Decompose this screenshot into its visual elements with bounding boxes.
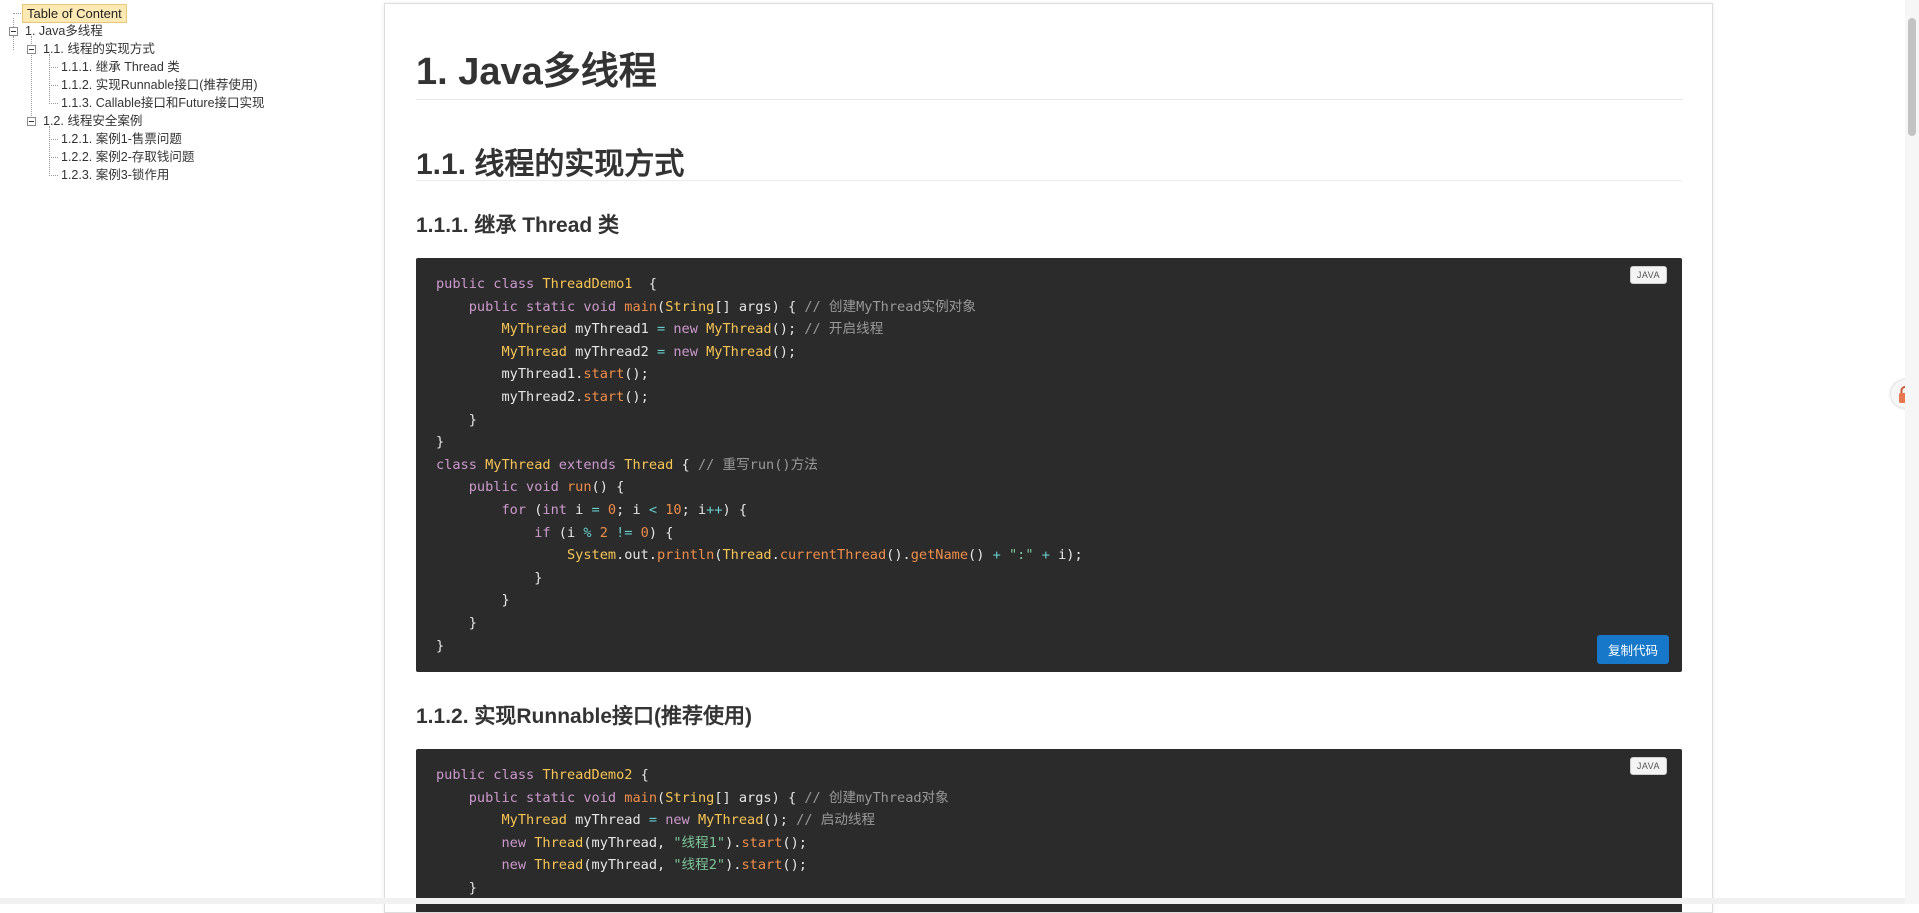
code-line: System.out.println(Thread.currentThread(…: [436, 544, 1083, 567]
code-line: }: [436, 612, 1083, 635]
copy-code-button[interactable]: 复制代码: [1597, 635, 1669, 664]
code-line: }: [436, 589, 1083, 612]
code-line: }: [436, 431, 1083, 454]
toc-tree-line: [13, 36, 14, 50]
toc-item[interactable]: 1.2.1. 案例1-售票问题: [61, 130, 182, 148]
code-block: JAVA public class ThreadDemo2 { public s…: [416, 749, 1682, 913]
toc-tree-line: [13, 13, 21, 14]
page-title: 1. Java多线程: [416, 40, 657, 95]
subsection-heading: 1.1.2. 实现Runnable接口(推荐使用): [416, 700, 752, 730]
subsection-heading: 1.1.1. 继承 Thread 类: [416, 209, 619, 239]
toc-tree-line: [49, 103, 58, 104]
code-line: myThread1.start();: [436, 363, 1083, 386]
code-language-badge: JAVA: [1630, 757, 1667, 775]
toc-tree-line: [49, 67, 58, 68]
toc-item[interactable]: 1.1.3. Callable接口和Future接口实现: [61, 94, 265, 112]
code-line: }: [436, 877, 949, 900]
code-line: for (int i = 0; i < 10; i++) {: [436, 499, 1083, 522]
code-line: new Thread(myThread, "线程1").start();: [436, 832, 949, 855]
code-line: if (i % 2 != 0) {: [436, 522, 1083, 545]
article-content: 1. Java多线程 1.1. 线程的实现方式 1.1.1. 继承 Thread…: [384, 3, 1713, 913]
heading-divider: [416, 99, 1682, 100]
code-line: public void run() {: [436, 476, 1083, 499]
collapse-toggle-icon[interactable]: [27, 45, 36, 54]
toc-item[interactable]: 1.2.3. 案例3-锁作用: [61, 166, 169, 184]
toc-item[interactable]: 1.1.2. 实现Runnable接口(推荐使用): [61, 76, 258, 94]
toc-tree-line: [49, 85, 58, 86]
code-line: }: [436, 567, 1083, 590]
collapse-toggle-icon[interactable]: [27, 117, 36, 126]
toc-item[interactable]: 1.1.1. 继承 Thread 类: [61, 58, 180, 76]
scrollbar-thumb[interactable]: [1908, 18, 1916, 136]
code-block: JAVA public class ThreadDemo1 { public s…: [416, 258, 1682, 672]
toc-item[interactable]: 1. Java多线程: [25, 22, 103, 40]
toc-title[interactable]: Table of Content: [22, 4, 127, 23]
toc-tree-line: [49, 157, 58, 158]
toc-tree-line: [49, 54, 50, 104]
table-of-contents: Table of Content 1. Java多线程 1.1. 线程的实现方式…: [0, 0, 380, 904]
code-line: new Thread(myThread, "线程2").start();: [436, 854, 949, 877]
toc-tree-line: [49, 175, 58, 176]
code-line: public class ThreadDemo1 {: [436, 273, 1083, 296]
section-heading: 1.1. 线程的实现方式: [416, 139, 684, 183]
toc-item[interactable]: 1.2. 线程安全案例: [43, 112, 142, 130]
code-language-badge: JAVA: [1630, 266, 1667, 284]
code-line: }: [436, 635, 1083, 658]
code-line: class MyThread extends Thread { // 重写run…: [436, 454, 1083, 477]
toc-item[interactable]: 1.2.2. 案例2-存取钱问题: [61, 148, 194, 166]
code-line: MyThread myThread2 = new MyThread();: [436, 341, 1083, 364]
code-line: public static void main(String[] args) {…: [436, 296, 1083, 319]
toc-item[interactable]: 1.1. 线程的实现方式: [43, 40, 155, 58]
code-text[interactable]: public class ThreadDemo2 { public static…: [436, 764, 949, 900]
code-line: myThread2.start();: [436, 386, 1083, 409]
code-line: public class ThreadDemo2 {: [436, 764, 949, 787]
toc-tree-line: [49, 126, 50, 176]
collapse-toggle-icon[interactable]: [9, 27, 18, 36]
heading-divider: [416, 180, 1682, 181]
code-line: public static void main(String[] args) {…: [436, 787, 949, 810]
code-line: MyThread myThread = new MyThread(); // 启…: [436, 809, 949, 832]
horizontal-scrollbar[interactable]: [0, 898, 1905, 904]
code-text[interactable]: public class ThreadDemo1 { public static…: [436, 273, 1083, 657]
code-line: }: [436, 409, 1083, 432]
toc-tree-line: [49, 139, 58, 140]
vertical-scrollbar[interactable]: [1905, 0, 1919, 904]
code-line: MyThread myThread1 = new MyThread(); // …: [436, 318, 1083, 341]
